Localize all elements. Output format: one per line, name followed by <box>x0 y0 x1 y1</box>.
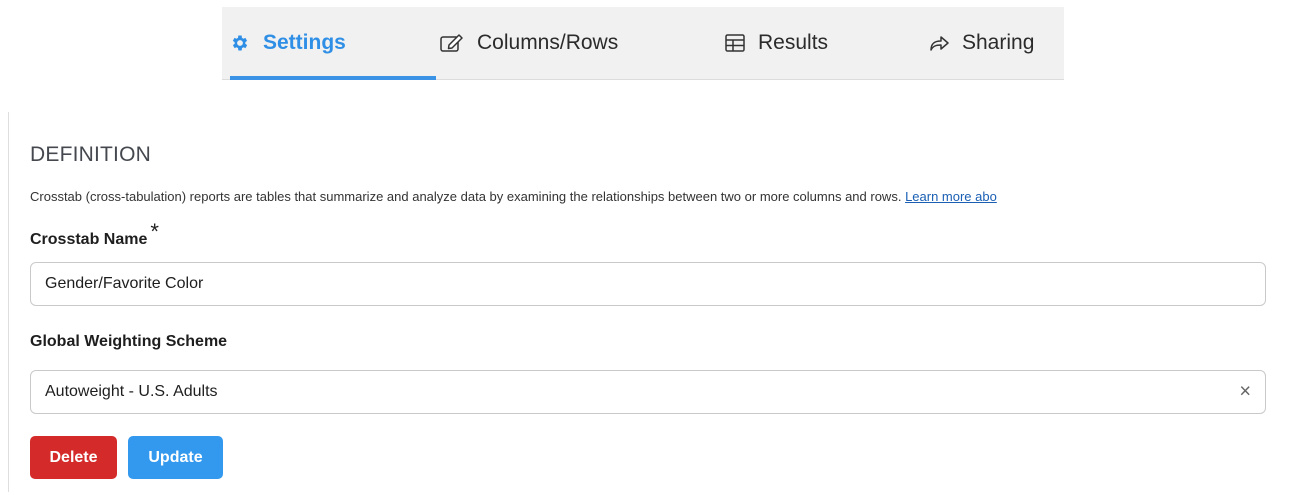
weighting-scheme-label: Global Weighting Scheme <box>30 333 228 350</box>
crosstab-name-label-text: Crosstab Name <box>30 231 148 248</box>
crosstab-name-label: Crosstab Name * <box>30 219 159 250</box>
tab-label: Settings <box>263 31 346 54</box>
tab-settings[interactable]: Settings <box>230 7 346 79</box>
section-title: DEFINITION <box>30 143 151 166</box>
update-button[interactable]: Update <box>128 436 223 479</box>
tab-sharing[interactable]: Sharing <box>929 7 1034 79</box>
tab-bar: Settings Columns/Rows Results Sharing <box>222 7 1064 80</box>
active-tab-indicator <box>230 76 436 80</box>
crosstab-name-input[interactable]: Gender/Favorite Color <box>30 262 1266 306</box>
description-text: Crosstab (cross-tabulation) reports are … <box>30 189 902 204</box>
clear-icon[interactable]: × <box>1239 381 1251 404</box>
tab-label: Sharing <box>962 31 1035 54</box>
crosstab-name-value: Gender/Favorite Color <box>45 275 204 292</box>
weighting-scheme-select[interactable]: Autoweight - U.S. Adults × <box>30 370 1266 414</box>
tab-label: Results <box>758 31 829 54</box>
tab-label: Columns/Rows <box>477 31 619 54</box>
tab-columns-rows[interactable]: Columns/Rows <box>440 7 618 79</box>
panel-border <box>8 112 9 492</box>
required-asterisk: * <box>150 219 159 244</box>
gear-icon <box>230 33 250 53</box>
weighting-scheme-value: Autoweight - U.S. Adults <box>45 383 218 400</box>
tab-results[interactable]: Results <box>725 7 828 79</box>
learn-more-link[interactable]: Learn more abo <box>905 189 997 204</box>
delete-button[interactable]: Delete <box>30 436 117 479</box>
definition-description: Crosstab (cross-tabulation) reports are … <box>30 189 997 204</box>
table-icon <box>725 34 745 52</box>
edit-icon <box>440 33 464 53</box>
share-icon <box>929 34 949 52</box>
